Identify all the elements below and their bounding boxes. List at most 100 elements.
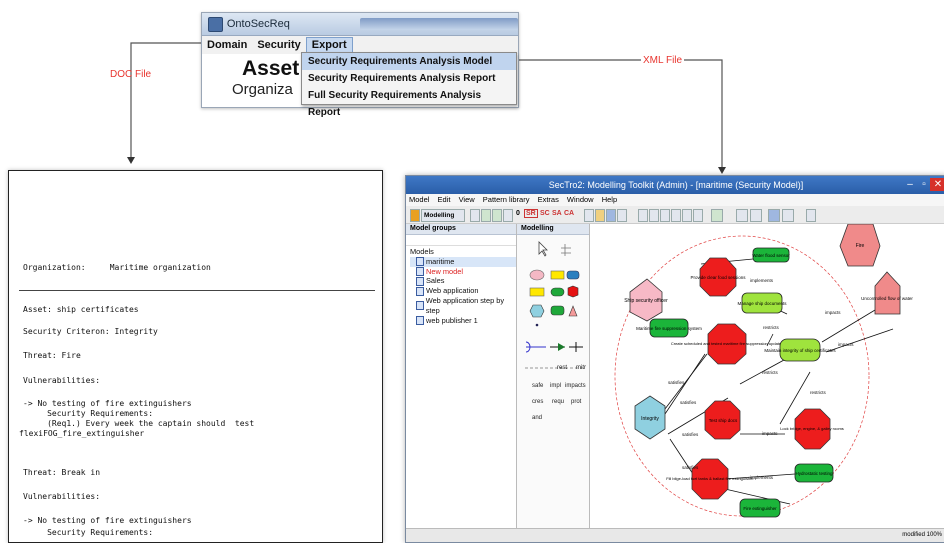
tk-menu-model[interactable]: Model bbox=[406, 195, 432, 204]
palette-resource-shape[interactable] bbox=[566, 270, 580, 280]
navigate-icon[interactable] bbox=[806, 209, 816, 222]
link-label: satisfies bbox=[668, 380, 685, 385]
app-icon bbox=[208, 16, 223, 32]
redo-icon[interactable] bbox=[649, 209, 659, 222]
minimize-icon[interactable]: – bbox=[902, 178, 918, 191]
palette-goal-shape[interactable] bbox=[550, 270, 565, 280]
tk-menu-pattern-library[interactable]: Pattern library bbox=[480, 195, 533, 204]
new-file-icon[interactable] bbox=[584, 209, 594, 222]
tk-menu-edit[interactable]: Edit bbox=[435, 195, 454, 204]
export-item-full-report[interactable]: Full Security Requirements Analysis Repo… bbox=[302, 87, 516, 118]
mode-selector[interactable]: Modelling bbox=[421, 209, 465, 222]
link-label: restricts bbox=[810, 390, 827, 395]
sa-toggle[interactable]: SA bbox=[552, 210, 562, 217]
palette-connector-plus[interactable] bbox=[569, 342, 583, 352]
print-icon[interactable] bbox=[617, 209, 627, 222]
xml-file-label: XML File bbox=[641, 55, 685, 66]
node-uncontrolled-flow[interactable] bbox=[874, 271, 901, 315]
menu-security[interactable]: Security bbox=[252, 38, 305, 52]
tree-item-sales[interactable]: Sales bbox=[410, 276, 516, 286]
doc-asset-line: Asset: ship certificates bbox=[23, 305, 139, 314]
link-label: satisfies bbox=[682, 465, 699, 470]
palette-vuln-shape[interactable] bbox=[568, 305, 578, 317]
zoom-area-icon[interactable] bbox=[750, 209, 762, 222]
connect-tool-icon[interactable] bbox=[561, 244, 571, 256]
security-model-diagram[interactable]: Ship security officer Provide clear food… bbox=[590, 223, 944, 528]
layout-icon[interactable] bbox=[470, 209, 480, 222]
palette-connector-d[interactable] bbox=[525, 341, 546, 353]
tree-root-models[interactable]: Models bbox=[410, 247, 516, 257]
node-label-flow: Uncontrolled flow of water bbox=[861, 296, 913, 301]
model-doc-icon bbox=[416, 315, 424, 325]
palette-label-rest[interactable]: rest bbox=[557, 365, 567, 371]
palette-softgoal-shape[interactable] bbox=[529, 287, 545, 297]
tk-menu-view[interactable]: View bbox=[456, 195, 478, 204]
link-label: impacts bbox=[825, 310, 841, 315]
node-label-test-docs: Test ship docs bbox=[709, 418, 738, 423]
tree-item-maritime[interactable]: maritime bbox=[410, 256, 516, 267]
palette-mechanism-shape[interactable] bbox=[550, 305, 565, 316]
zoom-icon[interactable] bbox=[736, 209, 748, 222]
check-icon[interactable] bbox=[481, 209, 491, 222]
palette-label-and[interactable]: and bbox=[532, 415, 542, 421]
model-groups-panel: Model groups Models maritime New model S… bbox=[406, 224, 517, 528]
open-folder-icon[interactable] bbox=[595, 209, 605, 222]
ca-toggle[interactable]: CA bbox=[564, 210, 574, 217]
save-icon[interactable] bbox=[606, 209, 616, 222]
refresh-icon[interactable] bbox=[503, 209, 513, 222]
copy-icon[interactable] bbox=[671, 209, 681, 222]
status-text: modified 100% bbox=[902, 532, 942, 538]
modelling-mode-icon[interactable] bbox=[410, 209, 420, 222]
doc-threat2-line: Threat: Break in bbox=[23, 468, 101, 477]
tree-item-web-application-step[interactable]: Web application step by step bbox=[410, 296, 516, 316]
export-item-model[interactable]: Security Requirements Analysis Model bbox=[302, 53, 516, 70]
link-label: impacts bbox=[838, 342, 854, 347]
node-label-sensor: Water flood sensor bbox=[752, 253, 790, 258]
export-item-report[interactable]: Security Requirements Analysis Report bbox=[302, 70, 516, 87]
palette-actor-shape[interactable] bbox=[529, 269, 545, 281]
tk-menu-extras[interactable]: Extras bbox=[535, 195, 562, 204]
model-canvas[interactable]: Ship security officer Provide clear food… bbox=[590, 223, 944, 528]
tree-item-new-model[interactable]: New model bbox=[410, 267, 516, 277]
doc-vuln-item: -> No testing of fire extinguishers bbox=[23, 399, 192, 408]
align-icon[interactable] bbox=[768, 209, 780, 222]
fit-icon[interactable] bbox=[711, 209, 723, 222]
menu-domain[interactable]: Domain bbox=[202, 38, 252, 52]
node-label-officer: Ship security officer bbox=[624, 298, 668, 304]
sc-toggle[interactable]: SC bbox=[540, 210, 550, 217]
doc-report-pane: Organization: Maritime organization Asse… bbox=[8, 170, 383, 543]
node-label-manage-docs: Manage ship documents bbox=[737, 301, 787, 306]
palette-label-safe[interactable]: safe bbox=[532, 383, 543, 389]
tree-item-web-publisher[interactable]: web publisher 1 bbox=[410, 316, 516, 326]
palette-label-mitr[interactable]: mitr bbox=[576, 365, 586, 371]
cut-icon[interactable] bbox=[660, 209, 670, 222]
palette-label-impacts[interactable]: impacts bbox=[565, 383, 586, 389]
check-all-icon[interactable] bbox=[492, 209, 502, 222]
menu-export[interactable]: Export bbox=[305, 37, 353, 53]
tree-item-web-application[interactable]: Web application bbox=[410, 286, 516, 296]
palette-label-cres[interactable]: cres bbox=[532, 399, 543, 405]
node-label-integrity-goal: Maintain integrity of ship certificates bbox=[764, 348, 836, 353]
palette-label-requ[interactable]: requ bbox=[552, 399, 564, 405]
palette-threat-shape[interactable] bbox=[567, 285, 579, 298]
palette-label-prot[interactable]: prot bbox=[571, 399, 581, 405]
tk-menu-window[interactable]: Window bbox=[564, 195, 597, 204]
model-groups-toolbar bbox=[406, 235, 516, 246]
close-icon[interactable]: ✕ bbox=[930, 178, 944, 191]
pointer-tool-icon[interactable] bbox=[538, 241, 548, 257]
paste-icon[interactable] bbox=[682, 209, 692, 222]
link-label: restricts bbox=[762, 370, 779, 375]
link-label: restricts bbox=[763, 325, 780, 330]
undo-icon[interactable] bbox=[638, 209, 648, 222]
palette-dot[interactable] bbox=[535, 323, 539, 327]
grid-icon[interactable] bbox=[693, 209, 703, 222]
palette-label-impl[interactable]: impl bbox=[550, 383, 561, 389]
maximize-icon[interactable]: ▫ bbox=[918, 178, 930, 191]
model-doc-icon bbox=[416, 257, 424, 267]
sr-toggle[interactable]: SR bbox=[524, 209, 538, 218]
palette-plan-shape[interactable] bbox=[550, 287, 565, 297]
link-label: implements bbox=[750, 278, 774, 283]
distribute-icon[interactable] bbox=[782, 209, 794, 222]
tk-menu-help[interactable]: Help bbox=[599, 195, 620, 204]
palette-constraint-shape[interactable] bbox=[529, 304, 545, 318]
